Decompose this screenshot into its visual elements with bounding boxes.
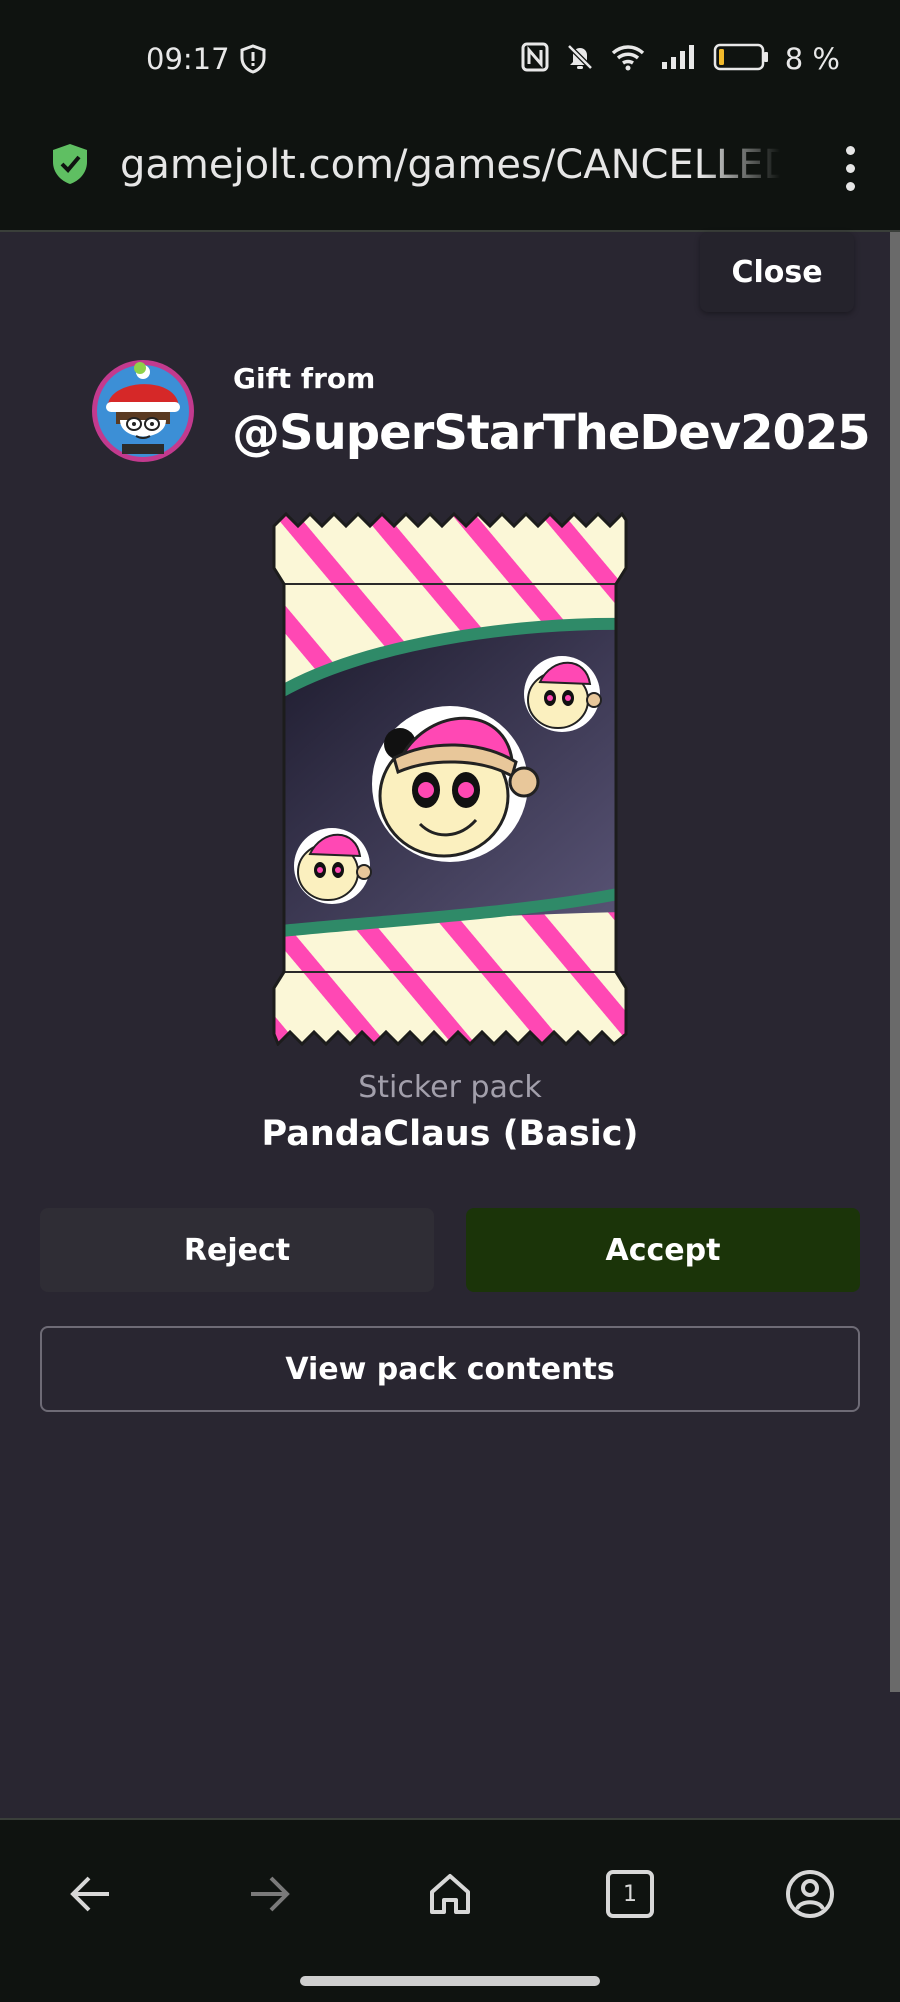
battery-icon	[713, 43, 769, 75]
browser-bottom-nav: 1	[0, 1818, 900, 2002]
pack-type-label: Sticker pack	[358, 1070, 542, 1105]
shield-check-icon[interactable]	[50, 142, 90, 190]
bell-off-icon	[565, 42, 595, 76]
close-button[interactable]: Close	[700, 232, 854, 312]
status-bar: 09:17 8 %	[0, 0, 900, 110]
status-time: 09:17	[146, 42, 230, 76]
back-icon[interactable]	[60, 1864, 120, 1924]
home-icon[interactable]	[420, 1864, 480, 1924]
address-bar: gamejolt.com/games/CANCELLED	[0, 110, 900, 232]
forward-icon[interactable]	[240, 1864, 300, 1924]
url-fade	[700, 140, 780, 200]
page-scrollbar[interactable]	[890, 232, 900, 1692]
url-field[interactable]: gamejolt.com/games/CANCELLED	[120, 142, 780, 188]
view-pack-contents-button[interactable]: View pack contents	[40, 1326, 860, 1412]
pack-name: PandaClaus (Basic)	[261, 1114, 639, 1154]
more-vertical-icon[interactable]	[840, 146, 860, 198]
sticker-pack-image	[272, 511, 628, 1047]
sender-username[interactable]: @SuperStarTheDev2025	[232, 405, 871, 461]
wifi-icon	[611, 43, 645, 75]
battery-percent: 8 %	[784, 42, 840, 76]
gesture-bar[interactable]	[300, 1976, 600, 1986]
status-icons: 8 %	[521, 42, 840, 76]
sender-avatar[interactable]	[90, 358, 196, 464]
account-icon[interactable]	[780, 1864, 840, 1924]
reject-button[interactable]: Reject	[40, 1208, 434, 1292]
signal-icon	[661, 44, 697, 74]
gift-from-label: Gift from	[233, 362, 376, 395]
tabs-count: 1	[623, 1881, 637, 1907]
nfc-icon	[521, 42, 549, 76]
accept-button[interactable]: Accept	[466, 1208, 860, 1292]
tabs-icon[interactable]: 1	[600, 1864, 660, 1924]
shield-icon	[240, 44, 266, 78]
